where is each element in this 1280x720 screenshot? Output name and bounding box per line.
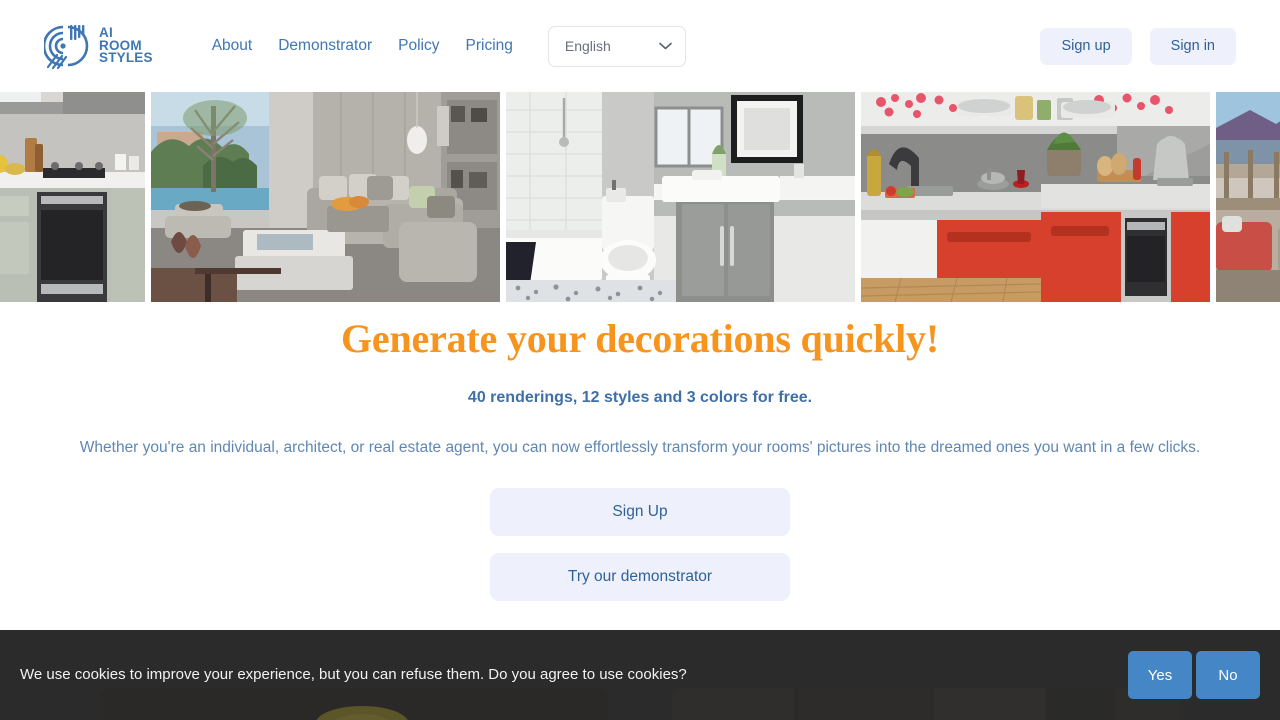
- cookie-actions: Yes No: [1128, 651, 1260, 699]
- sign-in-button[interactable]: Sign in: [1149, 27, 1236, 65]
- carousel-slide-grey-green-kitchen[interactable]: [0, 92, 145, 302]
- cookie-consent-banner: We use cookies to improve your experienc…: [0, 630, 1280, 720]
- hero-description: Whether you're an individual, architect,…: [79, 439, 1201, 456]
- carousel-slide-modern-living-room[interactable]: [151, 92, 500, 302]
- auth-actions: Sign up Sign in: [1040, 27, 1236, 65]
- page-bottom-overlay: We use cookies to improve your experienc…: [0, 630, 1280, 720]
- chevron-down-icon: [659, 42, 672, 50]
- language-select[interactable]: English: [547, 25, 686, 67]
- logo[interactable]: AI ROOM STYLES: [44, 22, 153, 70]
- cookie-message: We use cookies to improve your experienc…: [20, 666, 687, 684]
- site-header: AI ROOM STYLES About Demonstrator Policy…: [0, 0, 1280, 92]
- sign-up-cta-button[interactable]: Sign Up: [490, 487, 790, 536]
- nav-item-demonstrator[interactable]: Demonstrator: [265, 31, 385, 61]
- logo-line-3: STYLES: [99, 50, 153, 66]
- logo-wordmark: AI ROOM STYLES: [99, 26, 153, 66]
- carousel-slide-red-kitchen[interactable]: [861, 92, 1210, 302]
- nav-item-about[interactable]: About: [199, 31, 266, 61]
- sign-up-button[interactable]: Sign up: [1040, 27, 1132, 65]
- main-nav: About Demonstrator Policy Pricing Englis…: [199, 25, 686, 67]
- language-select-value: English: [564, 38, 611, 54]
- try-demonstrator-cta-button[interactable]: Try our demonstrator: [490, 552, 790, 601]
- hero-cta-group: Sign Up Try our demonstrator: [0, 487, 1280, 601]
- carousel-slide-white-bathroom[interactable]: [506, 92, 855, 302]
- nav-item-pricing[interactable]: Pricing: [453, 31, 526, 61]
- cookie-decline-button[interactable]: No: [1196, 651, 1260, 699]
- carousel-slide-terrace-lounge[interactable]: [1216, 92, 1280, 302]
- airoomstyles-logo-icon: [44, 22, 90, 70]
- cookie-accept-button[interactable]: Yes: [1128, 651, 1192, 699]
- page-title: Generate your decorations quickly!: [341, 316, 939, 361]
- hero-section: Generate your decorations quickly! 40 re…: [0, 302, 1280, 601]
- nav-item-policy[interactable]: Policy: [385, 31, 452, 61]
- hero-subtitle: 40 renderings, 12 styles and 3 colors fo…: [467, 389, 813, 406]
- hero-carousel[interactable]: [0, 92, 1280, 302]
